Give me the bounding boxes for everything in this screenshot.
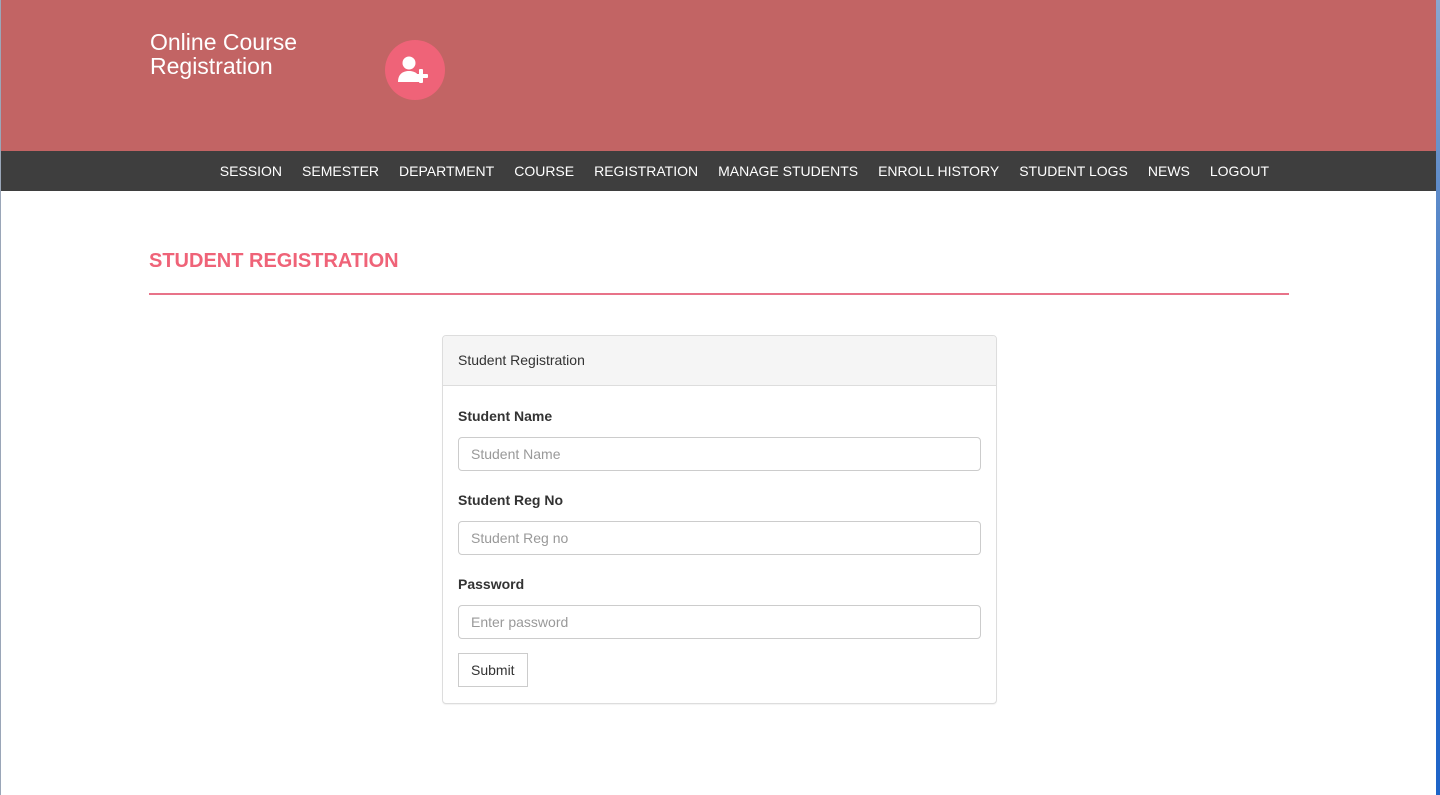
nav-item-logout[interactable]: LOGOUT (1200, 151, 1279, 191)
user-plus-icon-svg (398, 56, 428, 83)
student-name-label: Student Name (458, 408, 553, 424)
brand-title[interactable]: Online Course Registration (150, 30, 297, 78)
nav-item-enroll-history[interactable]: ENROLL HISTORY (868, 151, 1009, 191)
window-edge-right (1436, 0, 1440, 795)
password-label: Password (458, 576, 525, 592)
nav-item-registration[interactable]: REGISTRATION (584, 151, 708, 191)
student-reg-no-label: Student Reg No (458, 492, 563, 508)
nav-item-course[interactable]: COURSE (504, 151, 584, 191)
nav-item-manage-students[interactable]: MANAGE STUDENTS (708, 151, 868, 191)
page: Online Course Registration SESSION SEMES… (0, 0, 1440, 795)
title-divider (149, 293, 1289, 295)
nav-item-session[interactable]: SESSION (210, 151, 292, 191)
nav-item-semester[interactable]: SEMESTER (292, 151, 389, 191)
registration-panel: Student Registration Student Name Studen… (442, 335, 997, 704)
nav-item-department[interactable]: DEPARTMENT (389, 151, 504, 191)
student-name-input[interactable] (458, 437, 981, 471)
page-title: STUDENT REGISTRATION (149, 250, 399, 272)
main-navbar: SESSION SEMESTER DEPARTMENT COURSE REGIS… (1, 151, 1436, 191)
brand-line-1: Online Course (150, 29, 298, 55)
brand-line-2: Registration (150, 53, 273, 79)
nav-item-news[interactable]: NEWS (1138, 151, 1200, 191)
panel-heading: Student Registration (443, 336, 996, 386)
user-plus-icon (385, 40, 445, 100)
submit-button[interactable]: Submit (458, 653, 528, 687)
nav-item-student-logs[interactable]: STUDENT LOGS (1009, 151, 1138, 191)
password-input[interactable] (458, 605, 981, 639)
site-header: Online Course Registration (1, 0, 1436, 151)
nav-list: SESSION SEMESTER DEPARTMENT COURSE REGIS… (210, 151, 1279, 191)
student-reg-no-input[interactable] (458, 521, 981, 555)
